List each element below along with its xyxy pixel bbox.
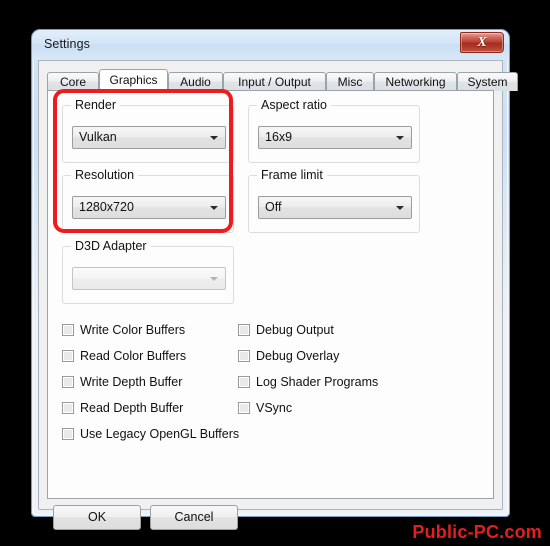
group-d3d-adapter: D3D Adapter — [62, 239, 234, 304]
checkbox-icon[interactable] — [238, 402, 250, 414]
resolution-combo-value: 1280x720 — [79, 200, 134, 214]
chevron-down-icon — [396, 206, 404, 210]
checkbox-label: Use Legacy OpenGL Buffers — [80, 427, 240, 441]
title-bar[interactable]: Settings X — [32, 30, 509, 60]
group-resolution-label: Resolution — [71, 168, 139, 182]
group-render: Render Vulkan — [62, 98, 234, 163]
checkbox-icon[interactable] — [62, 324, 74, 336]
tab-label: Misc — [337, 75, 363, 89]
ok-button[interactable]: OK — [53, 505, 141, 530]
chevron-down-icon — [210, 277, 218, 281]
checkbox-icon[interactable] — [238, 350, 250, 362]
ok-button-label: OK — [87, 510, 107, 524]
tab-system[interactable]: System — [457, 72, 518, 91]
group-frame-limit: Frame limit Off — [248, 168, 420, 233]
settings-window: Settings X Core Graphics Audio Input / Outp… — [32, 30, 518, 530]
tab-strip: Core Graphics Audio Input / Output Misc Netwo… — [47, 69, 518, 92]
group-frame-limit-label: Frame limit — [257, 168, 327, 182]
watermark: Public-PC.com — [412, 522, 542, 542]
group-aspect-ratio-label: Aspect ratio — [257, 98, 332, 112]
cancel-button-label: Cancel — [174, 510, 214, 524]
checkbox-label: Write Depth Buffer — [80, 375, 183, 389]
tab-misc[interactable]: Misc — [326, 72, 374, 91]
resolution-combo[interactable]: 1280x720 — [72, 196, 226, 219]
checkbox-label: Debug Output — [256, 323, 334, 337]
tab-audio[interactable]: Audio — [168, 72, 223, 91]
d3d-adapter-combo[interactable] — [72, 267, 226, 290]
tab-label: System — [467, 75, 508, 89]
tab-label: Networking — [385, 75, 446, 89]
frame-limit-combo-value: Off — [265, 200, 282, 214]
checkbox-label: Write Color Buffers — [80, 323, 186, 337]
checkbox-icon[interactable] — [62, 428, 74, 440]
tab-core[interactable]: Core — [47, 72, 99, 91]
tab-label: Input / Output — [238, 75, 311, 89]
checkbox-label: Debug Overlay — [256, 349, 340, 363]
tab-input-output[interactable]: Input / Output — [223, 72, 326, 91]
tab-networking[interactable]: Networking — [374, 72, 457, 91]
close-button[interactable]: X — [460, 32, 504, 53]
checkbox-label: Log Shader Programs — [256, 375, 379, 389]
group-aspect-ratio: Aspect ratio 16x9 — [248, 98, 420, 163]
tab-label: Audio — [180, 75, 211, 89]
checkbox-label: VSync — [256, 401, 293, 415]
checkbox-label: Read Depth Buffer — [80, 401, 184, 415]
chevron-down-icon — [210, 206, 218, 210]
checkbox-icon[interactable] — [62, 350, 74, 362]
close-icon: X — [477, 35, 487, 50]
tab-page-graphics: Render Vulkan Resolution 1280x720 D3D Ad… — [47, 90, 494, 499]
checkbox-icon[interactable] — [62, 376, 74, 388]
aspect-ratio-combo-value: 16x9 — [265, 130, 293, 144]
group-resolution: Resolution 1280x720 — [62, 168, 234, 233]
cancel-button[interactable]: Cancel — [150, 505, 238, 530]
tab-label: Core — [59, 75, 86, 89]
group-d3d-adapter-label: D3D Adapter — [71, 239, 151, 253]
checkbox-label: Read Color Buffers — [80, 349, 187, 363]
dialog-body: Core Graphics Audio Input / Output Misc Netwo… — [38, 60, 518, 530]
checkbox-icon[interactable] — [238, 324, 250, 336]
aspect-ratio-combo[interactable]: 16x9 — [258, 126, 412, 149]
tab-graphics[interactable]: Graphics — [99, 69, 168, 92]
chevron-down-icon — [210, 136, 218, 140]
window-title: Settings — [44, 37, 90, 51]
checkbox-icon[interactable] — [238, 376, 250, 388]
chevron-down-icon — [396, 136, 404, 140]
tab-label: Graphics — [109, 73, 158, 87]
frame-limit-combo[interactable]: Off — [258, 196, 412, 219]
checkbox-icon[interactable] — [62, 402, 74, 414]
render-combo[interactable]: Vulkan — [72, 126, 226, 149]
render-combo-value: Vulkan — [79, 130, 117, 144]
group-render-label: Render — [71, 98, 120, 112]
